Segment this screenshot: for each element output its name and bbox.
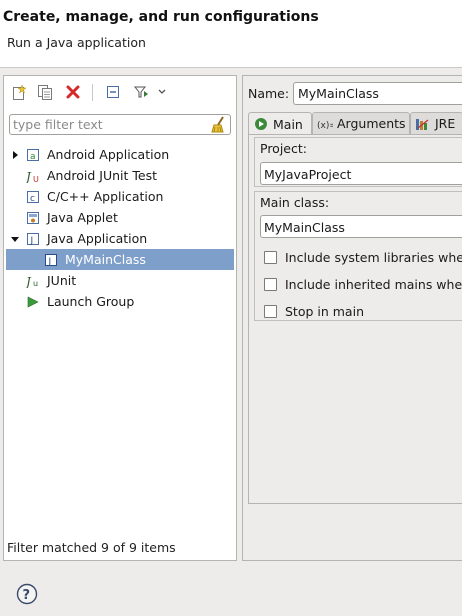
junit-icon: Ju	[25, 273, 41, 289]
tab-label: JRE	[435, 116, 456, 131]
svg-text:U: U	[33, 175, 39, 183]
tree-item-mymainclass[interactable]: J MyMainClass	[6, 249, 234, 270]
svg-text:J: J	[26, 275, 32, 288]
delete-icon[interactable]	[64, 83, 82, 101]
tree-item-label: MyMainClass	[65, 252, 146, 267]
tree-item-label: Android Application	[47, 147, 170, 162]
filter-input[interactable]	[13, 116, 203, 133]
tab-label: Main	[273, 116, 303, 132]
main-class-label: Main class:	[259, 195, 331, 210]
config-tabs: Main (x)= Arguments JRE	[248, 112, 462, 135]
tab-label: Arguments	[337, 116, 406, 131]
jre-icon	[415, 116, 431, 132]
cpp-application-icon: c	[25, 189, 41, 205]
filter-box	[9, 114, 231, 135]
checkbox-box[interactable]	[264, 278, 277, 291]
svg-text:u: u	[33, 279, 38, 288]
main-class-field[interactable]: MyMainClass	[260, 215, 462, 238]
svg-text:?: ?	[23, 588, 31, 603]
project-field[interactable]: MyJavaProject	[260, 162, 462, 185]
main-class-value: MyMainClass	[264, 220, 345, 235]
svg-text:J: J	[48, 257, 52, 267]
launch-group-icon	[25, 294, 41, 310]
tab-arguments[interactable]: (x)= Arguments	[312, 112, 410, 134]
expand-arrow-icon[interactable]	[9, 149, 21, 161]
checkbox-label: Include inherited mains when	[285, 277, 462, 292]
new-config-icon[interactable]	[10, 83, 28, 101]
include-system-libraries-checkbox[interactable]: Include system libraries when	[264, 250, 462, 265]
java-applet-icon	[25, 210, 41, 226]
dialog-title: Create, manage, and run configurations	[3, 9, 319, 25]
svg-text:c: c	[30, 194, 35, 204]
tree-item-android-junit-test[interactable]: JU Android JUnit Test	[6, 165, 234, 186]
tree-item-cpp-application[interactable]: c C/C++ Application	[6, 186, 234, 207]
tree-item-launch-group[interactable]: Launch Group	[6, 291, 234, 312]
name-field[interactable]	[293, 82, 462, 105]
tab-main[interactable]: Main	[248, 112, 312, 135]
svg-text:J: J	[26, 170, 32, 183]
configuration-list-panel: a Android Application JU Android JUnit T…	[3, 75, 237, 561]
main-tab-icon	[253, 116, 269, 132]
arguments-icon: (x)=	[317, 116, 333, 132]
main-tab-content: Project: MyJavaProject Main class: MyMai…	[248, 134, 462, 504]
java-class-config-icon: J	[43, 252, 59, 268]
collapse-arrow-icon[interactable]	[9, 233, 21, 245]
tree-item-java-application[interactable]: J Java Application	[6, 228, 234, 249]
tree-item-label: C/C++ Application	[47, 189, 164, 204]
svg-text:a: a	[30, 152, 36, 162]
clear-filter-icon[interactable]	[209, 116, 227, 134]
tree-item-android-application[interactable]: a Android Application	[6, 144, 234, 165]
tree-item-java-applet[interactable]: Java Applet	[6, 207, 234, 228]
svg-text:J: J	[30, 236, 34, 246]
tree-item-label: Java Application	[47, 231, 148, 246]
project-label: Project:	[259, 141, 308, 156]
android-application-icon: a	[25, 147, 41, 163]
configuration-editor-panel: Name: Main (x)= Arguments JRE Project: M…	[242, 75, 462, 561]
stop-in-main-checkbox[interactable]: Stop in main	[264, 304, 364, 319]
junit-test-icon: JU	[25, 168, 41, 184]
name-input[interactable]	[298, 86, 458, 101]
dialog-subtitle: Run a Java application	[7, 35, 146, 50]
tree-item-junit[interactable]: Ju JUnit	[6, 270, 234, 291]
java-application-icon: J	[25, 231, 41, 247]
tree-item-label: Android JUnit Test	[47, 168, 158, 183]
header-divider	[0, 67, 462, 68]
filter-status: Filter matched 9 of 9 items	[7, 540, 176, 555]
checkbox-box[interactable]	[264, 251, 277, 264]
include-inherited-mains-checkbox[interactable]: Include inherited mains when	[264, 277, 462, 292]
tree-item-label: Launch Group	[47, 294, 135, 309]
collapse-all-icon[interactable]	[104, 83, 122, 101]
config-toolbar	[4, 76, 236, 108]
project-value: MyJavaProject	[264, 167, 352, 182]
checkbox-label: Stop in main	[285, 304, 364, 319]
chevron-down-icon[interactable]	[156, 83, 168, 101]
tree-item-label: JUnit	[47, 273, 77, 288]
svg-text:(x)=: (x)=	[317, 121, 333, 131]
dialog-header: Create, manage, and run configurations R…	[0, 0, 462, 67]
filter-icon[interactable]	[132, 83, 150, 101]
project-group: Project: MyJavaProject	[254, 137, 462, 187]
main-class-group: Main class: MyMainClass Include system l…	[254, 191, 462, 321]
help-icon[interactable]: ?	[16, 583, 38, 605]
tree-item-label: Java Applet	[47, 210, 118, 225]
checkbox-box[interactable]	[264, 305, 277, 318]
checkbox-label: Include system libraries when	[285, 250, 462, 265]
toolbar-separator	[92, 84, 93, 101]
duplicate-icon[interactable]	[36, 83, 54, 101]
name-label: Name:	[248, 86, 290, 101]
tab-jre[interactable]: JRE	[410, 112, 462, 134]
